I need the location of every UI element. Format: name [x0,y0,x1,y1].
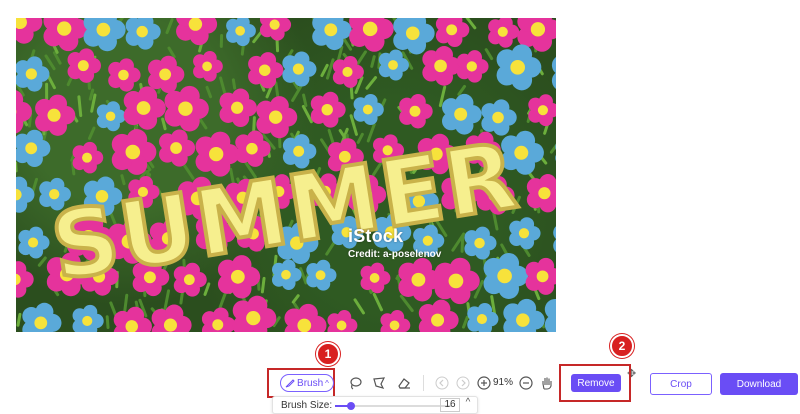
brush-size-label: Brush Size: [281,400,333,411]
hand-icon[interactable] [539,375,555,391]
crop-button[interactable]: Crop [650,373,712,395]
redo-icon[interactable] [455,375,471,391]
brush-size-slider[interactable] [335,402,451,410]
brush-icon [285,379,295,388]
brush-label: Brush [297,377,324,389]
step-badge-1: 1 [316,342,340,366]
toolbar-divider [423,375,424,391]
brush-tool-button[interactable]: Brush ^ [280,374,334,392]
zoom-level: 91% [493,377,514,388]
watermark-brand: iStock [348,226,404,246]
watermark: iStock Credit: a-poselenov [348,226,441,260]
undo-icon[interactable] [434,375,450,391]
brush-size-value[interactable]: 16 [440,398,460,412]
image-canvas[interactable]: SUMMER iStock Credit: a-poselenov [16,18,556,332]
chevron-up-icon: ^ [325,378,329,388]
polygon-lasso-icon[interactable] [371,375,387,391]
zoom-in-icon[interactable] [476,375,492,391]
chevron-up-icon[interactable]: ^ [462,397,474,411]
summer-image: SUMMER [16,18,556,332]
brush-size-slider-thumb[interactable] [347,402,356,410]
zoom-out-icon[interactable] [518,375,534,391]
step-badge-2: 2 [610,334,634,358]
lasso-icon[interactable] [347,375,363,391]
download-button[interactable]: Download [720,373,798,395]
eraser-icon[interactable] [396,375,412,391]
watermark-credit: Credit: a-poselenov [348,249,442,260]
remove-button[interactable]: Remove [571,374,621,392]
